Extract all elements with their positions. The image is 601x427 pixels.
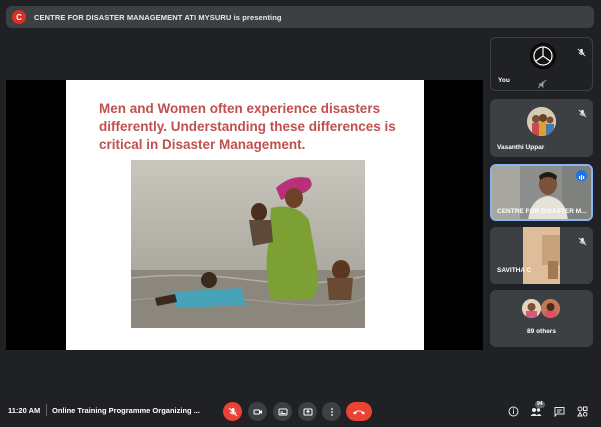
chat-button[interactable]	[552, 404, 566, 418]
end-call-button[interactable]	[346, 402, 372, 421]
other-avatar-1	[522, 299, 541, 318]
captions-icon	[278, 408, 287, 415]
participant-tile-centre[interactable]: CENTRE FOR DISASTER M...	[490, 164, 593, 221]
presenter-avatar: C	[12, 10, 26, 24]
participant-name: You	[498, 77, 510, 84]
info-icon	[508, 406, 518, 416]
hang-up-icon	[353, 410, 365, 414]
other-avatar-2	[541, 299, 560, 318]
people-count-badge: 94	[535, 401, 545, 408]
meeting-title[interactable]: Online Training Programme Organizing ...	[52, 406, 200, 415]
participant-tile-vasanthi[interactable]: Vasanthi Uppar	[490, 99, 593, 157]
slide-title: Men and Women often experience disasters…	[99, 101, 396, 152]
presentation-slide: Men and Women often experience disasters…	[66, 80, 424, 350]
camera-toggle-button[interactable]	[248, 402, 267, 421]
participant-name: Vasanthi Uppar	[497, 144, 545, 151]
participant-tile-you[interactable]: You	[490, 37, 593, 91]
meeting-details-button[interactable]	[506, 404, 520, 418]
bottom-bar: 11:20 AM Online Training Programme Organ…	[0, 398, 601, 427]
others-tile[interactable]: 89 others	[490, 290, 593, 347]
clock-time: 11:20 AM	[8, 406, 41, 415]
divider	[46, 404, 47, 416]
activities-button[interactable]	[575, 404, 589, 418]
audio-off-icon	[537, 76, 547, 89]
mic-toggle-button[interactable]	[223, 402, 242, 421]
captions-button[interactable]	[273, 402, 292, 421]
mic-off-icon	[577, 44, 586, 57]
you-avatar	[530, 43, 556, 69]
people-button[interactable]: 94	[529, 401, 545, 418]
presentation-stage[interactable]: Men and Women often experience disasters…	[6, 80, 483, 350]
mic-off-icon	[578, 105, 587, 118]
present-screen-icon	[303, 408, 312, 415]
mic-off-icon	[578, 233, 587, 246]
presenting-banner: C CENTRE FOR DISASTER MANAGEMENT ATI MYS…	[6, 6, 594, 28]
more-options-button[interactable]	[322, 402, 341, 421]
more-vert-icon	[330, 407, 333, 416]
vasanthi-avatar	[527, 107, 556, 136]
participant-tile-savitha[interactable]: SAVITHA C	[490, 227, 593, 284]
chat-icon	[554, 406, 564, 417]
presenting-text: CENTRE FOR DISASTER MANAGEMENT ATI MYSUR…	[34, 12, 282, 22]
activities-icon	[576, 406, 587, 416]
meet-window: C CENTRE FOR DISASTER MANAGEMENT ATI MYS…	[0, 0, 601, 427]
participant-name: SAVITHA C	[497, 267, 532, 274]
mic-off-icon	[228, 407, 237, 416]
present-button[interactable]	[298, 402, 317, 421]
camera-icon	[253, 409, 262, 414]
speaking-icon	[576, 170, 587, 181]
flood-photo	[131, 160, 365, 328]
others-count: 89 others	[527, 328, 556, 335]
participant-name: CENTRE FOR DISASTER M...	[497, 208, 587, 215]
